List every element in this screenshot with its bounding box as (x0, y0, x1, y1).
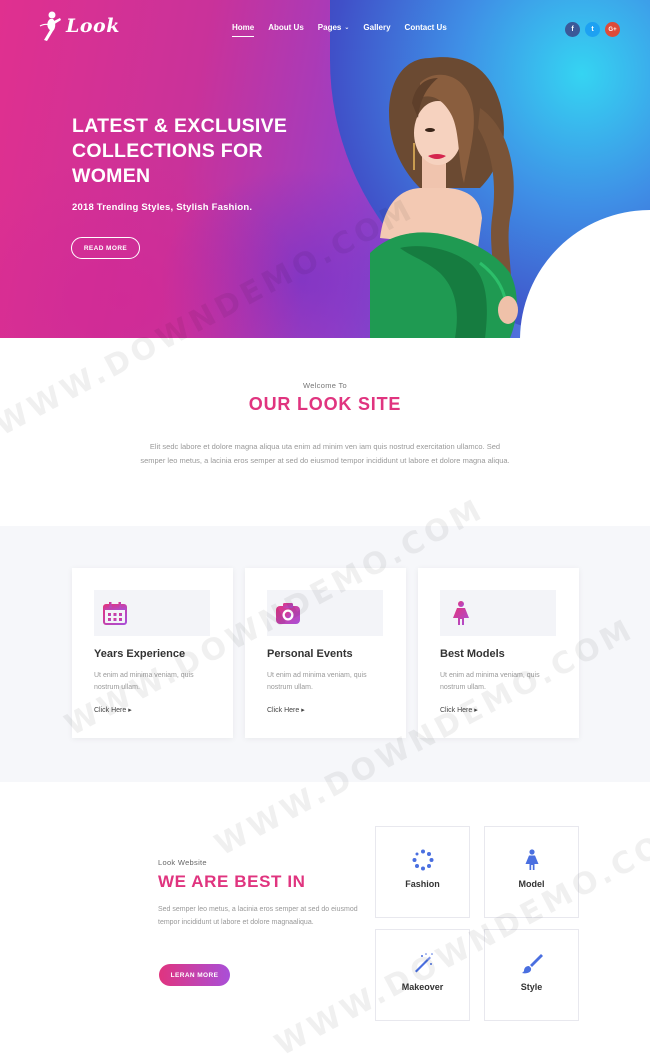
facebook-glyph: f (571, 26, 574, 33)
main-nav: Home About Us Pages ⌄ Gallery Contact Us (232, 23, 461, 37)
link-label: Click Here (267, 707, 300, 714)
read-more-button[interactable]: READ MORE (71, 237, 140, 259)
chevron-down-icon: ⌄ (344, 25, 350, 31)
best-eyebrow: Look Website (158, 858, 207, 867)
nav-label: Gallery (363, 23, 391, 32)
link-label: Click Here (440, 707, 473, 714)
site-logo[interactable]: Look (38, 8, 120, 44)
hero-title-line: COLLECTIONS FOR (72, 140, 263, 162)
feature-text: Ut enim ad minima veniam, quis nostrum u… (267, 672, 367, 691)
nav-item-pages[interactable]: Pages ⌄ (318, 23, 350, 32)
nav-label: Home (232, 23, 255, 32)
hero-title-line: LATEST & EXCLUSIVE (72, 115, 288, 137)
magic-wand-icon (415, 953, 433, 973)
logo-text: Look (66, 15, 120, 37)
feature-text: Ut enim ad minima veniam, quis nostrum u… (440, 672, 540, 691)
click-here-link[interactable]: Click Here ▸ (440, 706, 478, 714)
caret-right-icon: ▸ (301, 707, 305, 714)
caret-right-icon: ▸ (474, 707, 478, 714)
logo-silhouette-icon (39, 11, 61, 41)
click-here-link[interactable]: Click Here ▸ (267, 706, 305, 714)
link-label: Click Here (94, 707, 127, 714)
welcome-eyebrow: Welcome To (303, 381, 347, 390)
facebook-icon[interactable]: f (565, 22, 580, 37)
feature-icon-box (267, 590, 383, 636)
feature-card-models: Best Models Ut enim ad minima veniam, qu… (418, 568, 579, 738)
service-label: Model (518, 879, 545, 889)
calendar-icon (103, 602, 127, 625)
nav-label: About Us (268, 23, 304, 32)
learn-more-button[interactable]: LERAN MORE (159, 964, 230, 986)
hero-subtitle: 2018 Trending Styles, Stylish Fashion. (72, 202, 253, 213)
caret-right-icon: ▸ (128, 707, 132, 714)
click-here-link[interactable]: Click Here ▸ (94, 706, 132, 714)
nav-item-contact[interactable]: Contact Us (405, 23, 447, 32)
twitter-icon[interactable]: t (585, 22, 600, 37)
nav-label: Contact Us (404, 23, 447, 32)
social-links: f t G+ (565, 22, 620, 37)
best-text: Sed semper leo metus, a lacinia eros sem… (158, 906, 358, 926)
nav-item-about[interactable]: About Us (268, 23, 304, 32)
service-card-style[interactable]: Style (484, 929, 579, 1021)
feature-card-events: Personal Events Ut enim ad minima veniam… (245, 568, 406, 738)
service-card-makeover[interactable]: Makeover (375, 929, 470, 1021)
feature-title: Best Models (440, 648, 505, 660)
feature-title: Years Experience (94, 648, 186, 660)
service-label: Makeover (401, 982, 444, 992)
service-label: Style (520, 982, 543, 992)
feature-text: Ut enim ad minima veniam, quis nostrum u… (94, 672, 194, 691)
camera-icon (276, 603, 300, 624)
twitter-glyph: t (591, 26, 594, 33)
brush-icon (522, 954, 543, 974)
welcome-title: OUR LOOK SITE (248, 394, 402, 414)
hero-banner: Look Home About Us Pages ⌄ Gallery Contac… (0, 0, 650, 338)
nav-label: Pages (317, 23, 342, 32)
feature-icon-box (94, 590, 210, 636)
feature-title: Personal Events (267, 648, 353, 660)
hero-title-line: WOMEN (72, 165, 151, 187)
feature-icon-box (440, 590, 556, 636)
dots-circle-icon (412, 849, 434, 871)
nav-item-gallery[interactable]: Gallery (363, 23, 390, 32)
hero-title: LATEST & EXCLUSIVE COLLECTIONS FOR WOMEN (72, 114, 332, 189)
best-title: WE ARE BEST IN (158, 872, 306, 891)
service-label: Fashion (405, 879, 440, 889)
nav-item-home[interactable]: Home (232, 23, 255, 37)
welcome-text: Elit sedc labore et dolore magna aliqua … (140, 442, 510, 465)
service-card-model[interactable]: Model (484, 826, 579, 918)
model-icon (525, 849, 539, 870)
google-plus-icon[interactable]: G+ (605, 22, 620, 37)
woman-icon (453, 601, 469, 625)
feature-card-experience: Years Experience Ut enim ad minima venia… (72, 568, 233, 738)
service-card-fashion[interactable]: Fashion (375, 826, 470, 918)
model-image (370, 57, 518, 338)
google-plus-glyph: G+ (608, 26, 617, 33)
